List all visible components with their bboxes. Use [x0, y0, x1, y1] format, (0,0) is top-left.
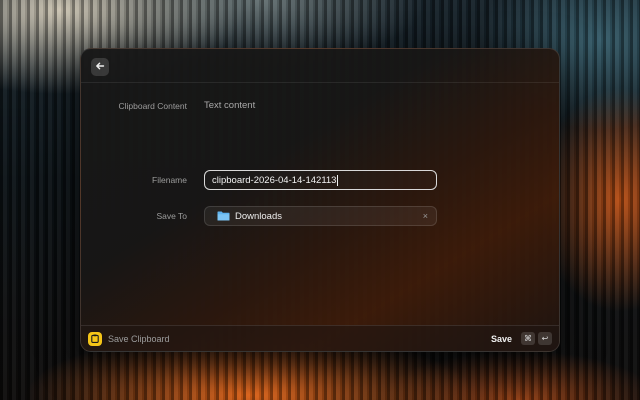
filename-input[interactable]: clipboard-2026-04-14-142113 — [204, 170, 437, 190]
clear-icon[interactable]: × — [423, 211, 428, 221]
command-title: Save Clipboard — [108, 333, 170, 344]
return-key-icon: ↩ — [538, 332, 552, 345]
arrow-left-icon — [95, 58, 105, 76]
save-to-value: Downloads — [235, 210, 282, 222]
window-topbar — [81, 49, 559, 83]
clipboard-icon — [88, 331, 102, 346]
clipboard-content-row: Clipboard Content Text content — [81, 96, 559, 118]
action-bar: Save Clipboard Save ⌘ ↩ — [81, 325, 559, 351]
filename-label: Filename — [152, 175, 187, 185]
clipboard-content-label: Clipboard Content — [118, 101, 187, 111]
save-to-label: Save To — [156, 211, 187, 221]
text-caret — [337, 174, 339, 186]
folder-icon — [217, 211, 230, 221]
clipboard-content-value: Text content — [204, 100, 256, 111]
save-to-row: Save To Downloads × — [81, 206, 559, 228]
filename-input-value: clipboard-2026-04-14-142113 — [212, 174, 337, 186]
filename-row: Filename clipboard-2026-04-14-142113 — [81, 170, 559, 192]
back-button[interactable] — [91, 58, 109, 76]
save-to-folder-picker[interactable]: Downloads × — [204, 206, 437, 226]
command-key-icon: ⌘ — [521, 332, 535, 345]
save-action-button[interactable]: Save — [491, 334, 512, 344]
save-clipboard-window: Clipboard Content Text content Filename … — [80, 48, 560, 352]
